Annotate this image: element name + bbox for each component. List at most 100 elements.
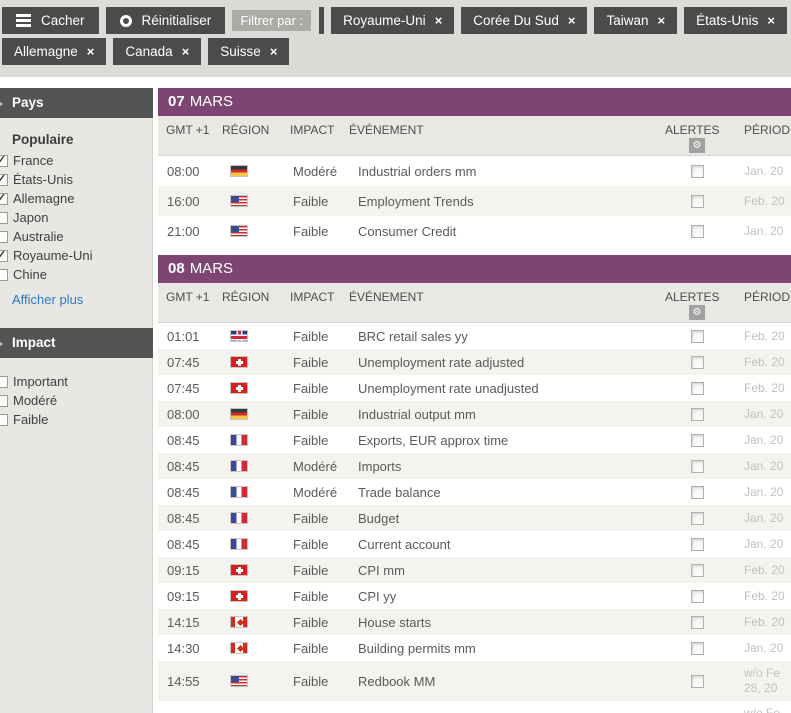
event-name[interactable]: Current account [358,531,451,557]
country-checkbox-list: France États-Unis Allemagne Japon Austra… [0,151,153,284]
alert-checkbox[interactable] [691,563,704,577]
remove-filter-icon[interactable]: × [182,45,190,58]
region-cell [230,453,248,479]
country-flag-icon [230,538,248,550]
remove-filter-icon[interactable]: × [270,45,278,58]
checkbox[interactable] [0,191,8,205]
filter-chip[interactable]: Canada × [113,38,202,65]
remove-filter-icon[interactable]: × [568,14,576,27]
hamburger-icon [16,14,31,27]
event-name[interactable]: Trade balance [358,479,441,505]
checkbox[interactable] [0,172,8,186]
filter-chip[interactable]: Suisse × [208,38,290,65]
country-filter-option[interactable]: Japon [0,208,153,227]
alert-checkbox[interactable] [691,537,704,551]
remove-filter-icon[interactable]: × [657,14,665,27]
event-name[interactable]: Industrial output mm [358,401,476,427]
alert-checkbox[interactable] [691,615,704,629]
impact-filter-option[interactable]: Important [0,372,153,391]
event-name[interactable]: Consumer Credit [358,216,456,246]
hide-button[interactable]: Cacher [2,7,99,34]
alert-checkbox[interactable] [691,194,704,208]
period-line-1: Feb. 20 [744,614,785,629]
event-name[interactable]: Imports [358,453,401,479]
sidebar-section-impact[interactable]: Impact [0,328,153,358]
filter-by-label: Filtrer par : [232,10,312,31]
alert-cell [691,557,704,583]
alert-checkbox[interactable] [691,485,704,499]
checkbox[interactable] [0,375,8,388]
event-time: 08:45 [167,484,200,500]
event-name[interactable]: Unemployment rate unadjusted [358,375,539,401]
checkbox[interactable] [0,153,8,167]
country-filter-option[interactable]: Allemagne [0,189,153,208]
calendar-days: 07 MARS GMT +1 RÉGION IMPACT ÉVÉNEMENT AL… [158,88,791,713]
filter-chip[interactable]: États-Unis × [684,7,787,34]
checkbox[interactable] [0,230,8,243]
event-impact: Modéré [293,484,338,500]
event-name[interactable]: Budget [358,505,399,531]
filter-chip[interactable]: Corée Du Sud × [461,7,588,34]
remove-filter-icon[interactable]: × [767,14,775,27]
event-name[interactable]: Employment Trends [358,186,474,216]
show-more-link[interactable]: Afficher plus [12,292,83,307]
event-name[interactable]: Redbook MM [358,661,435,701]
country-filter-option[interactable]: Royaume-Uni [0,246,153,265]
filter-chip[interactable]: Allemagne × [2,38,107,65]
alerts-settings-gear-icon[interactable]: ⚙ [689,138,705,153]
filter-chip[interactable]: Taiwan × [594,7,678,34]
event-name[interactable]: Redbook YY [358,701,431,713]
alert-checkbox[interactable] [691,355,704,369]
checkbox[interactable] [0,211,8,224]
alert-checkbox[interactable] [691,641,704,655]
alert-cell [691,505,704,531]
event-name[interactable]: Building permits mm [358,635,476,661]
event-time: 16:00 [167,193,200,209]
country-flag-icon [230,616,248,628]
alert-checkbox[interactable] [691,407,704,421]
event-period: Jan. 20 [744,531,791,557]
period-line-1: Jan. 20 [744,536,784,551]
event-impact: Faible [293,701,328,713]
alert-checkbox[interactable] [691,381,704,395]
checkbox[interactable] [0,413,8,426]
alert-cell [691,635,704,661]
alert-checkbox[interactable] [691,674,704,688]
sidebar-section-pays[interactable]: Pays [0,88,153,118]
collapse-arrow-icon [0,340,3,348]
alerts-settings-gear-icon[interactable]: ⚙ [689,305,705,320]
country-filter-option[interactable]: France [0,151,153,170]
event-name[interactable]: Exports, EUR approx time [358,427,508,453]
event-time: 21:00 [167,223,200,239]
filter-chip[interactable]: Royaume-Uni × [331,7,455,34]
impact-filter-option[interactable]: Faible [0,410,153,429]
alert-checkbox[interactable] [691,164,704,178]
checkbox[interactable] [0,394,8,407]
event-name[interactable]: CPI yy [358,583,396,609]
event-name[interactable]: Industrial orders mm [358,156,476,186]
event-name[interactable]: House starts [358,609,431,635]
remove-filter-icon[interactable]: × [87,45,95,58]
event-name[interactable]: Unemployment rate adjusted [358,349,524,375]
alert-checkbox[interactable] [691,329,704,343]
country-filter-option[interactable]: États-Unis [0,170,153,189]
event-impact: Faible [293,640,329,656]
alert-checkbox[interactable] [691,459,704,473]
alert-checkbox[interactable] [691,589,704,603]
impact-checkbox-list: Important Modéré Faible [0,372,153,429]
country-flag-icon [230,590,248,602]
alert-checkbox[interactable] [691,511,704,525]
checkbox[interactable] [0,268,8,281]
impact-filter-option[interactable]: Modéré [0,391,153,410]
alert-checkbox[interactable] [691,224,704,238]
country-filter-option[interactable]: Chine [0,265,153,284]
checkbox[interactable] [0,248,8,262]
event-name[interactable]: CPI mm [358,557,405,583]
alert-checkbox[interactable] [691,433,704,447]
period-line-1: Jan. 20 [744,458,784,473]
country-filter-option[interactable]: Australie [0,227,153,246]
event-impact: Faible [293,223,329,239]
remove-filter-icon[interactable]: × [435,14,443,27]
reset-button[interactable]: Réinitialiser [105,7,226,34]
event-name[interactable]: BRC retail sales yy [358,323,468,349]
